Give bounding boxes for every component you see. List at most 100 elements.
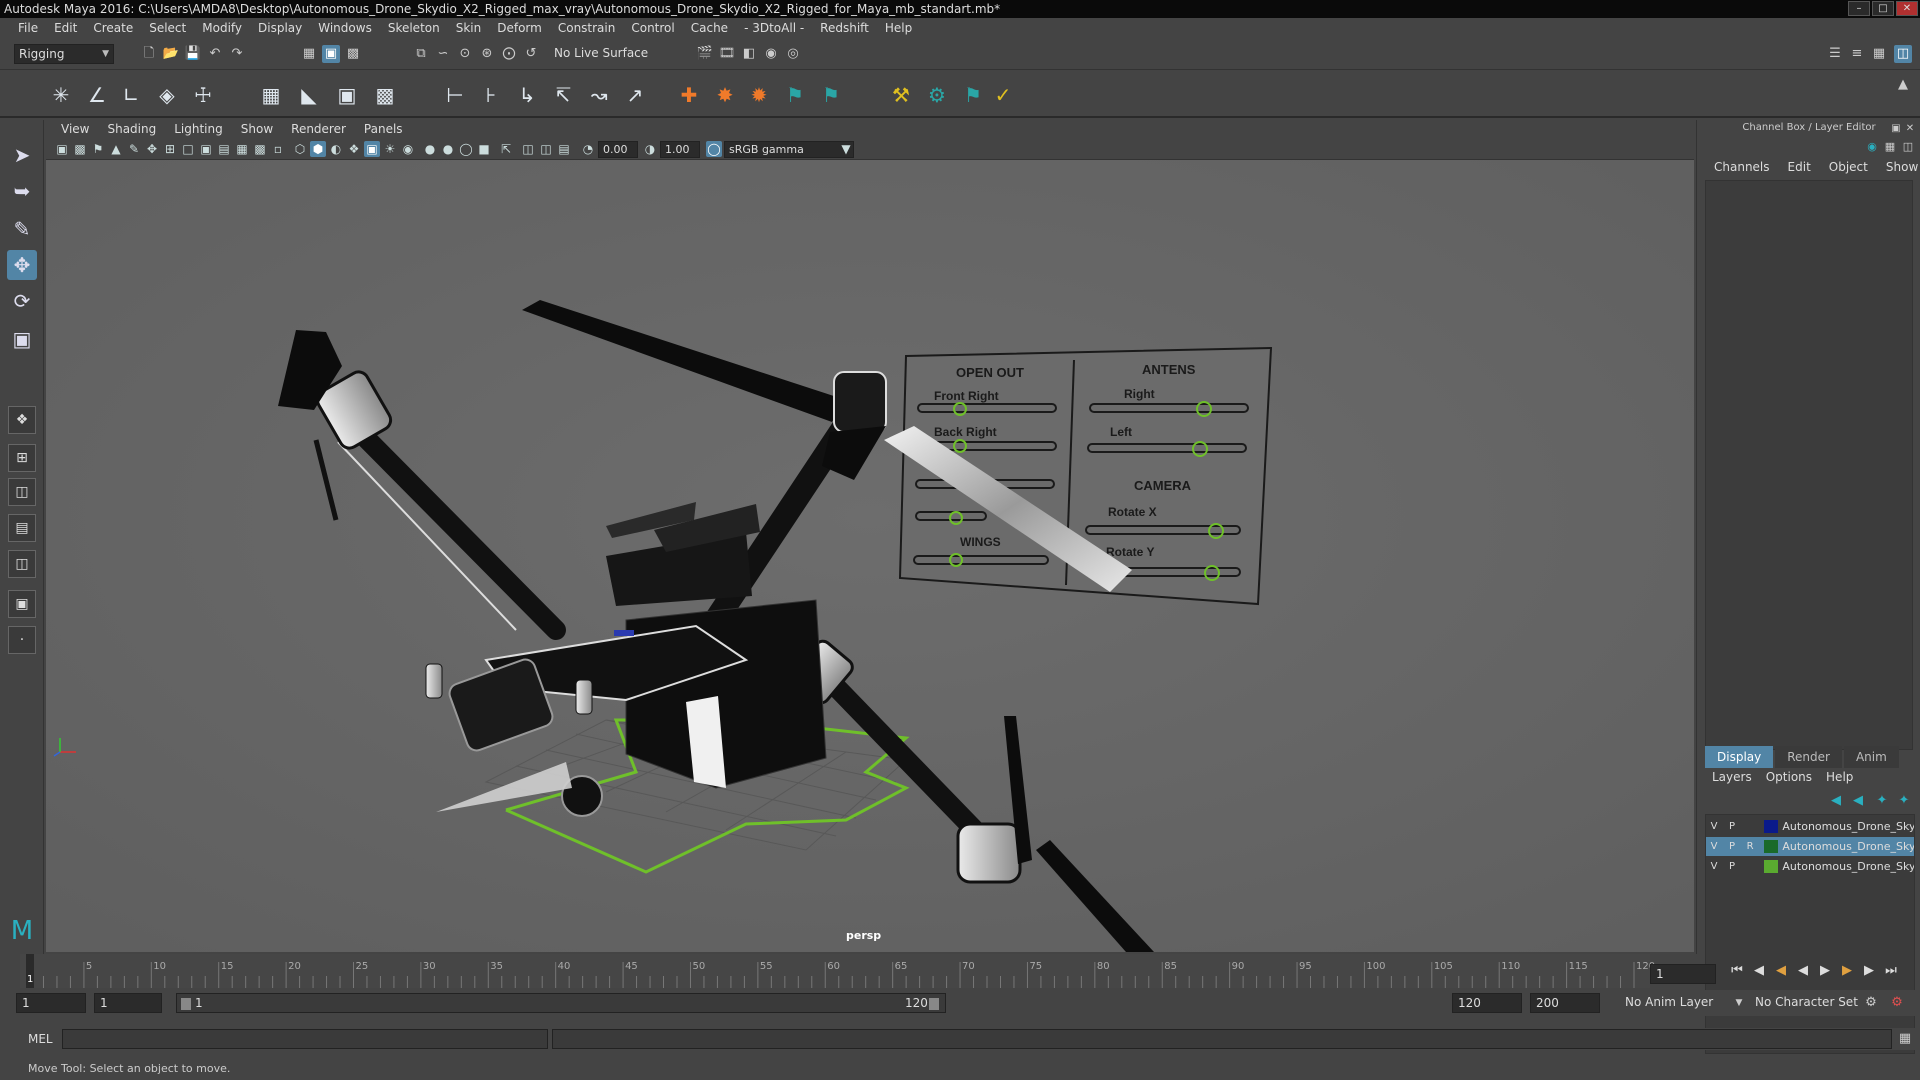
character-set-dropdown[interactable]: No Character Set	[1750, 993, 1870, 1013]
chevron-down-icon[interactable]: ▼	[838, 141, 854, 157]
cb-menu-object[interactable]: Object	[1820, 160, 1877, 174]
image-plane-icon[interactable]: ▲	[108, 141, 124, 157]
snap-surface-icon[interactable]: ⨀	[500, 45, 518, 63]
parent-constraint-icon[interactable]: ⊢	[442, 82, 468, 108]
safe-action-icon[interactable]: ▩	[252, 141, 268, 157]
bind-skin-icon[interactable]: ◈	[154, 82, 180, 108]
point-constraint-icon[interactable]: ⊦	[478, 82, 504, 108]
shadows-icon[interactable]: ◉	[400, 141, 416, 157]
single-perspective-layout-icon[interactable]: ❖	[8, 406, 36, 434]
step-forward-key-icon[interactable]: ▶	[1860, 962, 1878, 980]
shelf-tabs-arrow-icon[interactable]: ▲	[1894, 76, 1912, 94]
menu-help[interactable]: Help	[877, 21, 920, 35]
component-editor-icon[interactable]: ⚙	[924, 82, 950, 108]
panel-menu-renderer[interactable]: Renderer	[282, 122, 355, 136]
menu-create[interactable]: Create	[85, 21, 141, 35]
redo-icon[interactable]: ↷	[228, 45, 246, 63]
move-tool-icon[interactable]: ✥	[7, 250, 37, 280]
panel-menu-shading[interactable]: Shading	[98, 122, 165, 136]
layer-menu-help[interactable]: Help	[1819, 770, 1860, 784]
layer-playback-toggle[interactable]: P	[1724, 861, 1740, 872]
scale-tool-icon[interactable]: ▣	[7, 324, 37, 354]
layer-playback-toggle[interactable]: P	[1724, 841, 1740, 852]
step-back-key-icon[interactable]: ◀	[1750, 962, 1768, 980]
layer-menu-layers[interactable]: Layers	[1705, 770, 1759, 784]
persp-outliner-layout-icon[interactable]: ◫	[8, 478, 36, 506]
bookmark-icon[interactable]: ⚑	[90, 141, 106, 157]
smooth-shade-icon[interactable]: ⬢	[310, 141, 326, 157]
animation-preferences-icon[interactable]: ⚙	[1888, 994, 1906, 1012]
channel-box-toggle-icon[interactable]: ◫	[1894, 45, 1912, 63]
script-editor-icon[interactable]: ▦	[1896, 1030, 1914, 1048]
render-settings-icon[interactable]: ◧	[740, 45, 758, 63]
panel-menu-show[interactable]: Show	[232, 122, 282, 136]
tab-render[interactable]: Render	[1775, 746, 1842, 768]
modeling-toolkit-tab-icon[interactable]: ◫	[1899, 138, 1917, 156]
hypershade-icon[interactable]: ◉	[762, 45, 780, 63]
persp-uv-layout-icon[interactable]: ▣	[8, 590, 36, 618]
render-current-icon[interactable]: 🎬	[696, 45, 714, 63]
anti-aliasing-icon[interactable]: ◯	[458, 141, 474, 157]
layer-menu-options[interactable]: Options	[1759, 770, 1819, 784]
rotate-tool-icon[interactable]: ⟳	[7, 286, 37, 316]
select-camera-icon[interactable]: ▣	[54, 141, 70, 157]
menu-constrain[interactable]: Constrain	[550, 21, 624, 35]
open-scene-icon[interactable]: 📂	[162, 45, 180, 63]
channel-list[interactable]	[1705, 180, 1913, 750]
layer-visibility-toggle[interactable]: V	[1706, 841, 1722, 852]
close-button[interactable]: ✕	[1896, 1, 1918, 16]
wrap-deformer-icon[interactable]: ▩	[372, 82, 398, 108]
panel-menu-view[interactable]: View	[52, 122, 98, 136]
live-surface-field[interactable]: No Live Surface	[550, 44, 650, 64]
layer-row[interactable]: V P Autonomous_Drone_Skydio	[1706, 817, 1914, 836]
layer-visibility-toggle[interactable]: V	[1706, 821, 1722, 832]
hik-custom-rig-icon[interactable]: ⚑	[960, 82, 986, 108]
nonlinear-deformer-icon[interactable]: ◣	[296, 82, 322, 108]
use-default-material-icon[interactable]: ◐	[328, 141, 344, 157]
layer-row[interactable]: V P R Autonomous_Drone_Skydio	[1706, 837, 1914, 856]
wireframe-on-shaded-icon[interactable]: ❖	[346, 141, 362, 157]
panel-menu-lighting[interactable]: Lighting	[165, 122, 232, 136]
playback-end-field[interactable]: 120	[1452, 993, 1522, 1013]
film-gate-icon[interactable]: □	[180, 141, 196, 157]
grease-pencil-icon[interactable]: ✎	[126, 141, 142, 157]
gamma-icon[interactable]: ◑	[642, 141, 658, 157]
anim-layer-dropdown[interactable]: No Anim Layer	[1620, 993, 1740, 1013]
menu-edit[interactable]: Edit	[46, 21, 85, 35]
xray-icon[interactable]: ◫	[520, 141, 536, 157]
depth-of-field-icon[interactable]: ■	[476, 141, 492, 157]
attribute-editor-icon[interactable]: ≡	[1848, 45, 1866, 63]
screen-space-ao-icon[interactable]: ●	[422, 141, 438, 157]
attribute-editor-tab-icon[interactable]: ▦	[1881, 138, 1899, 156]
menuset-dropdown[interactable]: Rigging ▼	[14, 44, 114, 64]
hik-skeleton-icon[interactable]: ⚑	[818, 82, 844, 108]
new-layer-icon[interactable]: ✦	[1873, 792, 1891, 810]
set-key-icon[interactable]: ✹	[746, 82, 772, 108]
animation-start-field[interactable]: 1	[16, 993, 86, 1013]
cb-menu-edit[interactable]: Edit	[1779, 160, 1820, 174]
mel-label[interactable]: MEL	[28, 1032, 53, 1046]
layer-color-swatch[interactable]	[1764, 860, 1779, 873]
go-to-end-icon[interactable]: ⏭	[1882, 962, 1900, 980]
custom-layout-icon[interactable]: ·	[8, 626, 36, 654]
exposure-icon[interactable]: ◔	[580, 141, 596, 157]
ipr-render-icon[interactable]: 🎞	[718, 45, 736, 63]
menu-display[interactable]: Display	[250, 21, 310, 35]
play-backwards-icon[interactable]: ◀	[1794, 962, 1812, 980]
new-scene-icon[interactable]: 🗋	[140, 45, 158, 63]
set-driven-key-icon[interactable]: ✸	[712, 82, 738, 108]
hypershade-layout-icon[interactable]: ◫	[8, 550, 36, 578]
tab-display[interactable]: Display	[1705, 746, 1774, 768]
layer-color-swatch[interactable]	[1764, 840, 1779, 853]
field-chart-icon[interactable]: ▦	[234, 141, 250, 157]
joint-tool-icon[interactable]: ✳	[48, 82, 74, 108]
playback-start-field[interactable]: 1	[94, 993, 162, 1013]
lasso-tool-icon[interactable]: ➥	[7, 176, 37, 206]
select-tool-icon[interactable]: ➤	[7, 140, 37, 170]
motion-blur-icon[interactable]: ●	[440, 141, 456, 157]
layer-display-type-toggle[interactable]: R	[1742, 841, 1758, 852]
close-icon[interactable]: ✕	[1901, 120, 1919, 138]
gamma-field[interactable]: 1.00	[660, 141, 700, 158]
paint-select-tool-icon[interactable]: ✎	[7, 214, 37, 244]
menu-redshift[interactable]: Redshift	[812, 21, 877, 35]
